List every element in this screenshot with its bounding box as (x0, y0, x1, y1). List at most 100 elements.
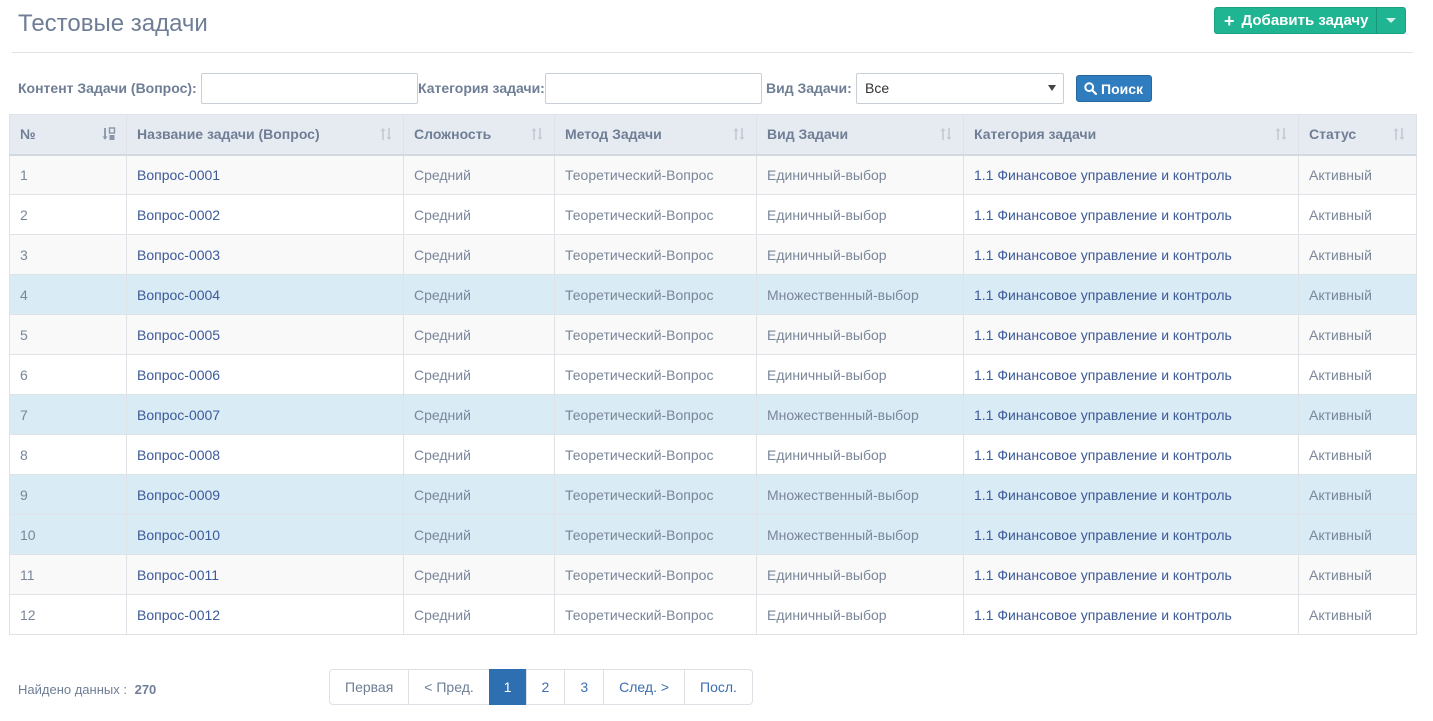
table-row[interactable]: 1 Вопрос-0001 Средний Теоретический-Вопрос Е… (9, 154, 1417, 195)
cell-method: Теоретический-Вопрос (554, 594, 757, 635)
sort-numeric-asc-icon (102, 127, 116, 140)
cell-status: Активный (1298, 154, 1417, 195)
pagination-page-3[interactable]: 3 (564, 669, 605, 705)
cell-name: Вопрос-0003 (126, 234, 404, 275)
cell-method: Теоретический-Вопрос (554, 274, 757, 315)
cell-difficulty: Средний (403, 434, 555, 475)
cell-number: 2 (9, 194, 127, 235)
cell-difficulty: Средний (403, 514, 555, 555)
cell-type: Единичный-выбор (756, 434, 964, 475)
cell-method: Теоретический-Вопрос (554, 154, 757, 195)
table-body: 1 Вопрос-0001 Средний Теоретический-Вопрос Е… (9, 154, 1417, 635)
cell-name-link[interactable]: Вопрос-0002 (137, 207, 220, 223)
table-row[interactable]: 5 Вопрос-0005 Средний Теоретический-Вопрос Е… (9, 314, 1417, 355)
pagination-next[interactable]: След. > (603, 669, 686, 705)
column-header-difficulty[interactable]: Сложность (403, 114, 555, 156)
pagination-prev[interactable]: < Пред. (408, 669, 490, 705)
table-row[interactable]: 8 Вопрос-0008 Средний Теоретический-Вопрос Е… (9, 434, 1417, 475)
cell-category: 1.1 Финансовое управление и контроль (963, 434, 1299, 475)
cell-category-link[interactable]: 1.1 Финансовое управление и контроль (974, 287, 1232, 303)
pagination-page-2[interactable]: 2 (525, 669, 566, 705)
results-count: Найдено данных : 270 (18, 682, 156, 697)
cell-name: Вопрос-0004 (126, 274, 404, 315)
cell-method: Теоретический-Вопрос (554, 234, 757, 275)
category-filter-input[interactable] (545, 73, 762, 104)
cell-category: 1.1 Финансовое управление и контроль (963, 394, 1299, 435)
add-task-button-group: + Добавить задачу (1214, 7, 1407, 34)
cell-category-link[interactable]: 1.1 Финансовое управление и контроль (974, 207, 1232, 223)
cell-difficulty: Средний (403, 474, 555, 515)
type-filter-select[interactable]: Все (856, 73, 1064, 104)
table-row[interactable]: 11 Вопрос-0011 Средний Теоретический-Вопрос… (9, 554, 1417, 595)
add-task-menu-toggle[interactable] (1376, 7, 1407, 34)
table-row[interactable]: 7 Вопрос-0007 Средний Теоретический-Вопрос М… (9, 394, 1417, 435)
cell-name: Вопрос-0008 (126, 434, 404, 475)
column-header-name[interactable]: Название задачи (Вопрос) (126, 114, 404, 156)
cell-name-link[interactable]: Вопрос-0004 (137, 287, 220, 303)
cell-name-link[interactable]: Вопрос-0011 (137, 567, 219, 583)
table-row[interactable]: 3 Вопрос-0003 Средний Теоретический-Вопрос Е… (9, 234, 1417, 275)
table-row[interactable]: 6 Вопрос-0006 Средний Теоретический-Вопрос Е… (9, 354, 1417, 395)
cell-category-link[interactable]: 1.1 Финансовое управление и контроль (974, 247, 1232, 263)
cell-method: Теоретический-Вопрос (554, 514, 757, 555)
cell-number: 4 (9, 274, 127, 315)
cell-category-link[interactable]: 1.1 Финансовое управление и контроль (974, 567, 1232, 583)
cell-name-link[interactable]: Вопрос-0010 (137, 527, 220, 543)
content-filter-input[interactable] (201, 73, 418, 104)
table-row[interactable]: 10 Вопрос-0010 Средний Теоретический-Вопрос… (9, 514, 1417, 555)
caret-down-icon (1386, 18, 1397, 23)
cell-method: Теоретический-Вопрос (554, 554, 757, 595)
cell-name-link[interactable]: Вопрос-0008 (137, 447, 220, 463)
column-header-category[interactable]: Категория задачи (963, 114, 1299, 156)
cell-category: 1.1 Финансовое управление и контроль (963, 194, 1299, 235)
cell-name-link[interactable]: Вопрос-0009 (137, 487, 220, 503)
cell-name-link[interactable]: Вопрос-0006 (137, 367, 220, 383)
cell-type: Единичный-выбор (756, 594, 964, 635)
cell-status: Активный (1298, 514, 1417, 555)
cell-category: 1.1 Финансовое управление и контроль (963, 594, 1299, 635)
select-arrow-icon (1048, 85, 1056, 91)
results-count-value: 270 (134, 682, 157, 697)
table-row[interactable]: 4 Вопрос-0004 Средний Теоретический-Вопрос М… (9, 274, 1417, 315)
cell-status: Активный (1298, 394, 1417, 435)
plus-icon: + (1224, 10, 1235, 31)
cell-name-link[interactable]: Вопрос-0001 (137, 167, 220, 183)
tasks-table: № Название задачи (Вопрос) Сложность Мет… (9, 114, 1417, 635)
cell-name-link[interactable]: Вопрос-0012 (137, 607, 220, 623)
cell-name-link[interactable]: Вопрос-0007 (137, 407, 220, 423)
cell-category-link[interactable]: 1.1 Финансовое управление и контроль (974, 367, 1232, 383)
pagination-page-1[interactable]: 1 (488, 669, 527, 705)
cell-category-link[interactable]: 1.1 Финансовое управление и контроль (974, 167, 1232, 183)
column-header-method[interactable]: Метод Задачи (554, 114, 757, 156)
cell-category-link[interactable]: 1.1 Финансовое управление и контроль (974, 527, 1232, 543)
cell-name: Вопрос-0012 (126, 594, 404, 635)
cell-status: Активный (1298, 274, 1417, 315)
pagination-last[interactable]: Посл. (684, 669, 753, 705)
sort-icon (531, 128, 543, 140)
cell-category: 1.1 Финансовое управление и контроль (963, 274, 1299, 315)
cell-category-link[interactable]: 1.1 Финансовое управление и контроль (974, 487, 1232, 503)
cell-name-link[interactable]: Вопрос-0003 (137, 247, 220, 263)
column-header-number[interactable]: № (9, 114, 127, 156)
pagination-first[interactable]: Первая (329, 669, 410, 705)
sort-icon (733, 128, 745, 140)
cell-category-link[interactable]: 1.1 Финансовое управление и контроль (974, 607, 1232, 623)
column-header-type[interactable]: Вид Задачи (756, 114, 964, 156)
cell-category: 1.1 Финансовое управление и контроль (963, 554, 1299, 595)
cell-status: Активный (1298, 434, 1417, 475)
cell-category-link[interactable]: 1.1 Финансовое управление и контроль (974, 407, 1232, 423)
cell-difficulty: Средний (403, 234, 555, 275)
cell-type: Единичный-выбор (756, 354, 964, 395)
table-row[interactable]: 9 Вопрос-0009 Средний Теоретический-Вопрос М… (9, 474, 1417, 515)
add-task-button[interactable]: + Добавить задачу (1214, 7, 1377, 34)
search-label: Поиск (1101, 80, 1144, 97)
table-row[interactable]: 2 Вопрос-0002 Средний Теоретический-Вопрос Е… (9, 194, 1417, 235)
table-row[interactable]: 12 Вопрос-0012 Средний Теоретический-Вопрос… (9, 594, 1417, 635)
column-header-status[interactable]: Статус (1298, 114, 1417, 156)
cell-name-link[interactable]: Вопрос-0005 (137, 327, 220, 343)
type-filter-selected: Все (865, 80, 890, 96)
cell-category-link[interactable]: 1.1 Финансовое управление и контроль (974, 447, 1232, 463)
cell-category-link[interactable]: 1.1 Финансовое управление и контроль (974, 327, 1232, 343)
cell-method: Теоретический-Вопрос (554, 434, 757, 475)
search-button[interactable]: Поиск (1076, 75, 1153, 102)
